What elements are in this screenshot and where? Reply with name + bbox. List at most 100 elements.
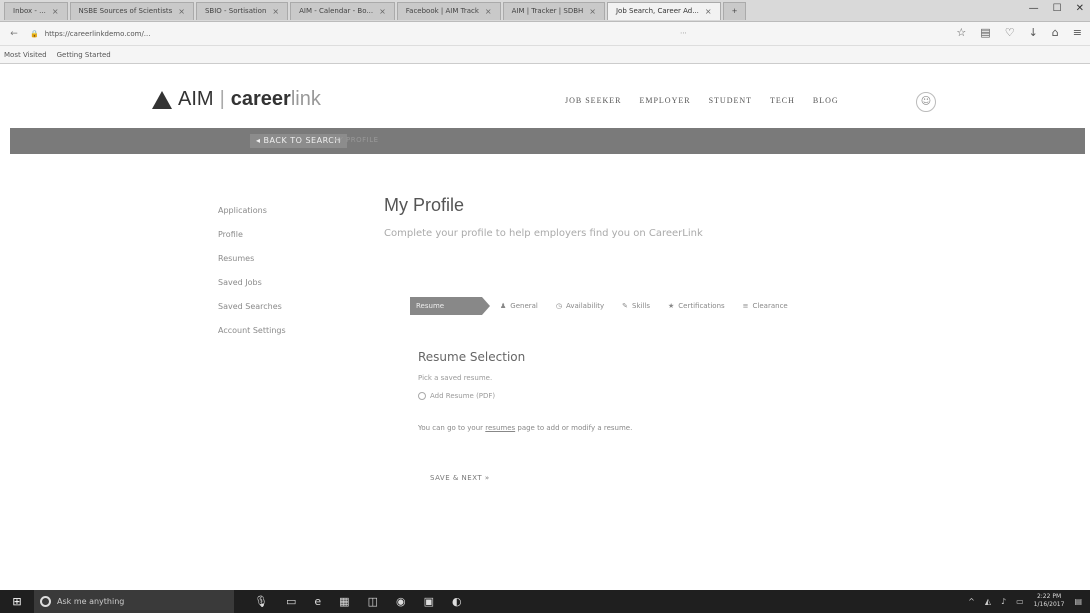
browser-tab[interactable]: AIM | Tracker | SDBH × (502, 1, 605, 20)
chevron-up-icon[interactable]: ^ (968, 597, 975, 606)
bookmark-getting-started[interactable]: Getting Started (57, 51, 111, 59)
search-band: ◂ BACK TO SEARCH MY PROFILE (10, 128, 1085, 154)
save-next-button[interactable]: SAVE & NEXT » (430, 474, 632, 482)
notifications-icon[interactable]: ▤ (1074, 597, 1082, 606)
menu-job-seeker[interactable]: JOB SEEKER (565, 96, 621, 105)
menu-icon[interactable]: ≡ (1073, 26, 1082, 39)
resume-selection-section: Resume Selection Pick a saved resume. Ad… (418, 350, 632, 482)
sidebar-item-saved-searches[interactable]: Saved Searches (218, 301, 348, 325)
browser-toolbar: ☆ ▤ ♡ ↓ ⌂ ≡ (956, 26, 1082, 39)
step-certifications[interactable]: ★ Certifications (668, 302, 725, 310)
network-icon[interactable]: ◭ (985, 597, 991, 606)
browser-tab[interactable]: Inbox - ... × (4, 1, 68, 20)
reading-list-icon[interactable]: ▤ (980, 26, 990, 39)
clock-icon: ◷ (555, 302, 562, 310)
browser-tab-bar: Inbox - ... × NSBE Sources of Scientists ×… (0, 0, 1090, 22)
app-icon[interactable]: ▣ (424, 595, 434, 608)
sidebar-item-profile[interactable]: Profile (218, 229, 348, 253)
star-icon: ★ (668, 302, 675, 310)
search-bar-hint[interactable]: ⋯ (680, 29, 687, 37)
close-window-icon[interactable]: ✕ (1076, 3, 1084, 14)
sidebar-item-saved-jobs[interactable]: Saved Jobs (218, 277, 348, 301)
bookmarks-bar: Most Visited Getting Started (0, 46, 1090, 64)
resumes-link[interactable]: resumes (485, 424, 515, 432)
step-skills[interactable]: ✎ Skills (622, 302, 650, 310)
browser-nav-bar: ← 🔒 https://careerlinkdemo.com/... ⋯ ☆ ▤… (0, 22, 1090, 46)
profile-main: My Profile Complete your profile to help… (384, 195, 944, 482)
menu-tech[interactable]: TECH (770, 96, 795, 105)
browser-tab[interactable]: SBIO - Sortisation × (195, 1, 289, 20)
system-tray: ^ ◭ ♪ ▭ 2:22 PM 1/16/2017 ▤ (968, 593, 1082, 609)
browser-tab[interactable]: NSBE Sources of Scientists × (69, 1, 194, 20)
file-explorer-icon[interactable]: ▦ (339, 595, 349, 608)
browser-tab[interactable]: AIM - Calendar - Bo... × (290, 1, 395, 20)
url-bar[interactable]: 🔒 https://careerlinkdemo.com/... (30, 26, 670, 42)
step-label: General (510, 302, 538, 310)
menu-employer[interactable]: EMPLOYER (639, 96, 690, 105)
wrench-icon: ✎ (622, 302, 629, 310)
microphone-icon[interactable]: 🎙 (254, 595, 268, 608)
home-icon[interactable]: ⌂ (1052, 26, 1059, 39)
user-avatar[interactable]: ☺ (916, 92, 936, 112)
close-icon[interactable]: × (52, 7, 59, 16)
step-general[interactable]: ♟ General (500, 302, 538, 310)
pocket-icon[interactable]: ♡ (1005, 26, 1015, 39)
browser-tab[interactable]: Facebook | AIM Track × (396, 1, 501, 20)
close-icon[interactable]: × (178, 7, 185, 16)
menu-student[interactable]: STUDENT (709, 96, 752, 105)
logo-link: link (290, 88, 321, 110)
new-tab-button[interactable]: + (722, 1, 747, 20)
profile-sidebar: Applications Profile Resumes Saved Jobs … (218, 205, 348, 349)
list-icon: ≡ (742, 302, 749, 310)
step-label: Resume (416, 302, 445, 310)
firefox-icon[interactable]: ◐ (452, 595, 462, 608)
back-arrow-icon[interactable]: ← (6, 29, 22, 39)
cortana-icon (40, 596, 51, 607)
close-icon[interactable]: × (589, 7, 596, 16)
top-menu: JOB SEEKER EMPLOYER STUDENT TECH BLOG (565, 96, 839, 105)
tab-label: Facebook | AIM Track (405, 7, 479, 15)
tab-label: SBIO - Sortisation (204, 7, 267, 15)
clock-time: 2:22 PM (1036, 593, 1062, 600)
step-label: Clearance (752, 302, 788, 310)
step-resume[interactable]: Resume (410, 297, 490, 315)
note-text: page to add or modify a resume. (515, 424, 633, 432)
tab-label: Inbox - ... (13, 7, 46, 15)
logo-aim: AIM (178, 88, 214, 110)
edge-icon[interactable]: e (314, 595, 321, 608)
volume-icon[interactable]: ♪ (1001, 597, 1006, 606)
keyboard-icon[interactable]: ▭ (1016, 597, 1024, 606)
download-icon[interactable]: ↓ (1029, 26, 1038, 39)
clock-date: 1/16/2017 (1033, 601, 1065, 608)
sidebar-item-resumes[interactable]: Resumes (218, 253, 348, 277)
taskbar-icons: 🎙 ▭ e ▦ ◫ ◉ ▣ ◐ (254, 595, 462, 608)
browser-tab-active[interactable]: Job Search, Career Ad... × (606, 1, 721, 20)
step-label: Certifications (678, 302, 725, 310)
user-icon: ♟ (500, 302, 507, 310)
minimize-icon[interactable]: — (1029, 3, 1039, 14)
sidebar-item-applications[interactable]: Applications (218, 205, 348, 229)
close-icon[interactable]: × (272, 7, 279, 16)
star-icon[interactable]: ☆ (956, 26, 966, 39)
sidebar-item-account-settings[interactable]: Account Settings (218, 325, 348, 349)
step-label: Skills (632, 302, 650, 310)
close-icon[interactable]: × (379, 7, 386, 16)
page-subtitle: Complete your profile to help employers … (384, 228, 703, 239)
windows-taskbar: ⊞ Ask me anything 🎙 ▭ e ▦ ◫ ◉ ▣ ◐ ^ ◭ ♪ … (0, 590, 1090, 613)
close-icon[interactable]: × (705, 7, 712, 16)
close-icon[interactable]: × (485, 7, 492, 16)
step-clearance[interactable]: ≡ Clearance (743, 302, 788, 310)
menu-blog[interactable]: BLOG (813, 96, 839, 105)
add-resume-option[interactable]: Add Resume (PDF) (418, 392, 632, 400)
store-icon[interactable]: ◫ (368, 595, 378, 608)
careerlink-logo[interactable]: AIM | careerlink (152, 88, 321, 111)
bookmark-most-visited[interactable]: Most Visited (4, 51, 47, 59)
step-availability[interactable]: ◷ Availability (556, 302, 604, 310)
chrome-icon[interactable]: ◉ (396, 595, 406, 608)
windows-start-icon[interactable]: ⊞ (0, 595, 34, 608)
radio-button[interactable] (418, 392, 426, 400)
clock[interactable]: 2:22 PM 1/16/2017 (1034, 593, 1065, 609)
cortana-search[interactable]: Ask me anything (34, 590, 234, 613)
task-view-icon[interactable]: ▭ (286, 595, 296, 608)
maximize-icon[interactable]: ☐ (1053, 3, 1062, 14)
